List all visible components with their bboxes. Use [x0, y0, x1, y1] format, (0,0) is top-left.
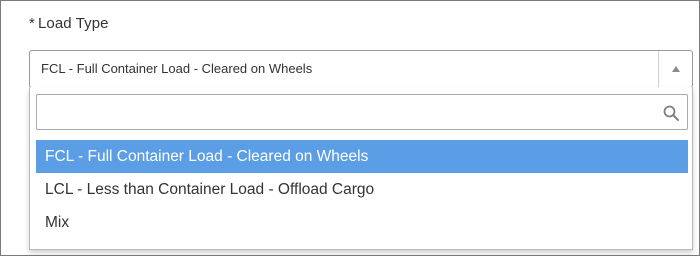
dropdown-search [36, 94, 688, 130]
dropdown-toggle[interactable] [658, 51, 692, 87]
dropdown-search-input[interactable] [43, 99, 657, 127]
select-current-value: FCL - Full Container Load - Cleared on W… [41, 61, 313, 76]
search-icon[interactable] [663, 105, 679, 121]
form-panel: * Load Type FCL - Full Container Load - C… [0, 0, 700, 256]
load-type-dropdown: FCL - Full Container Load - Cleared on W… [29, 87, 693, 250]
load-type-label: * Load Type [29, 15, 109, 32]
load-type-select[interactable]: FCL - Full Container Load - Cleared on W… [29, 50, 693, 88]
option-list: FCL - Full Container Load - Cleared on W… [36, 140, 688, 239]
chevron-up-icon [671, 66, 680, 72]
load-type-label-text: Load Type [37, 15, 109, 32]
option-lcl[interactable]: LCL - Less than Container Load - Offload… [36, 173, 688, 206]
option-fcl[interactable]: FCL - Full Container Load - Cleared on W… [36, 140, 688, 173]
option-mix[interactable]: Mix [36, 206, 688, 239]
required-marker: * [29, 15, 35, 32]
